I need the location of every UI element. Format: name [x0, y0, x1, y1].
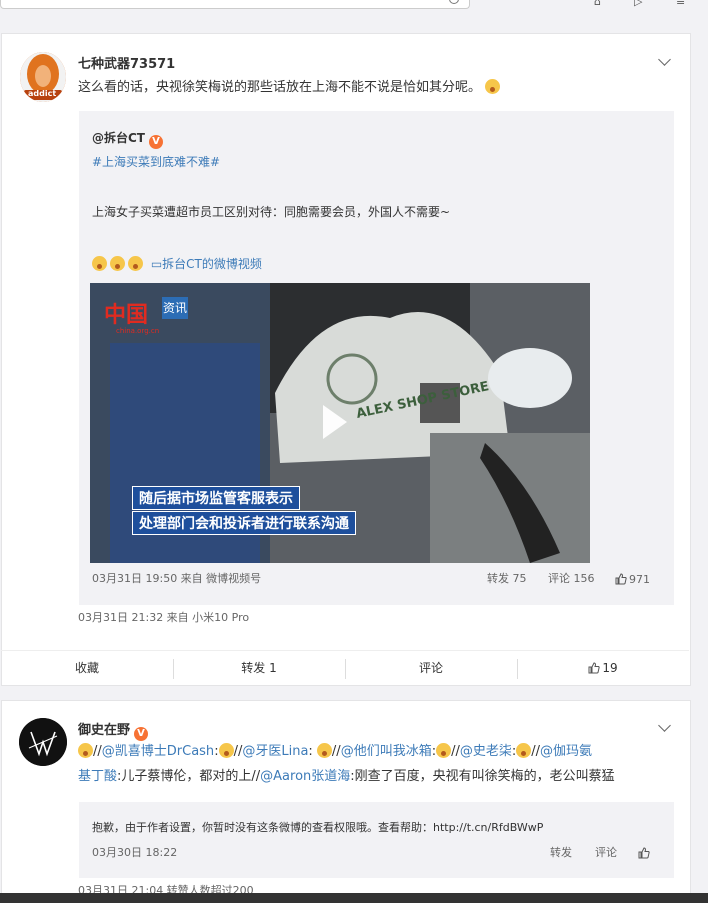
quote-meta: 03月30日 18:22: [92, 846, 178, 859]
quote-username[interactable]: @拆台CT V: [92, 128, 163, 149]
mention-link[interactable]: @Aaron张道海: [260, 769, 350, 784]
emoji-icon: [218, 743, 234, 758]
avatar[interactable]: [19, 718, 67, 766]
mention-link[interactable]: @牙医Lina: [242, 744, 308, 759]
video-logo: 中国 资讯 china.org.cn: [104, 297, 194, 339]
verified-badge-icon: V: [134, 727, 149, 741]
emoji-icon: [110, 256, 125, 271]
quote-text: 上海女子买菜遭超市员工区别对待：同胞需要会员，外国人不需要~: [92, 205, 451, 219]
home-icon[interactable]: ⌂: [594, 0, 601, 7]
comment-button[interactable]: 评论: [345, 651, 517, 685]
verified-badge-icon: V: [149, 135, 163, 149]
video-caption: 随后据市场监管客服表示 处理部门会和投诉者进行联系沟通: [132, 486, 356, 535]
repost-button[interactable]: 转发 1: [173, 651, 345, 685]
avatar-label: addict: [28, 89, 57, 98]
retweet-box: [79, 802, 674, 878]
emoji-icon: [316, 743, 332, 758]
emoji-icon: [436, 743, 452, 758]
mention-link[interactable]: @史老柒: [460, 744, 512, 759]
taskbar: [0, 893, 708, 903]
caption-line-2: 处理部门会和投诉者进行联系沟通: [132, 511, 356, 535]
logo-text: 中国: [104, 302, 149, 328]
menu-icon[interactable]: ≡: [676, 0, 685, 7]
video-player[interactable]: 中国 资讯 china.org.cn ALEX SHOP STORE 随后据市场…: [90, 283, 590, 563]
like-icon: [615, 573, 627, 585]
top-bar: ⌂ ▷ ≡: [0, 0, 708, 20]
mention-link[interactable]: @伽玛氨: [540, 744, 592, 759]
username[interactable]: 御史在野 V: [78, 719, 149, 741]
emoji-icon: [92, 256, 107, 271]
emoji-icon: [128, 256, 143, 271]
quote-meta: 03月31日 19:50 来自 微博视频号: [92, 572, 262, 585]
quote-comment[interactable]: 评论 156: [548, 569, 595, 589]
quote-like[interactable]: 971: [615, 570, 650, 590]
emoji-icon: [485, 79, 501, 94]
mention-link[interactable]: @凯喜博士DrCash: [102, 744, 214, 759]
search-icon[interactable]: [449, 0, 459, 4]
mention-link[interactable]: 基丁酸: [78, 769, 117, 784]
like-button[interactable]: 19: [517, 651, 689, 685]
like-icon[interactable]: [638, 847, 650, 859]
quote-repost[interactable]: 转发 75: [487, 569, 527, 589]
username[interactable]: 七种武器73571: [78, 53, 175, 72]
video-link[interactable]: ▭拆台CT的微博视频: [151, 257, 262, 271]
play-icon[interactable]: [323, 405, 347, 439]
emoji-icon: [78, 743, 93, 758]
quote-comment[interactable]: 评论: [595, 843, 617, 863]
post-meta: 03月31日 21:32 来自 小米10 Pro: [78, 611, 250, 624]
logo-sub: 资讯: [162, 297, 188, 319]
collect-button[interactable]: 收藏: [1, 651, 173, 685]
search-input[interactable]: [0, 0, 470, 9]
avatar[interactable]: addict: [20, 52, 66, 102]
logo-site: china.org.cn: [116, 327, 160, 335]
emoji-icon: [516, 743, 532, 758]
mention-link[interactable]: @他们叫我冰箱: [341, 744, 432, 759]
action-bar: 收藏 转发 1 评论 19: [1, 650, 689, 685]
top-icons: ⌂ ▷ ≡: [594, 0, 694, 8]
video-link-row: ▭拆台CT的微博视频: [92, 254, 262, 274]
caption-line-1: 随后据市场监管客服表示: [132, 486, 300, 510]
video-icon[interactable]: ▷: [634, 0, 642, 7]
post-text-line-1: //@凯喜博士DrCash://@牙医Lina: //@他们叫我冰箱://@史老…: [78, 742, 592, 762]
post-text: 这么看的话，央视徐笑梅说的那些话放在上海不能不说是恰如其分呢。: [78, 78, 501, 98]
post-text-line-2: 基丁酸:儿子蔡博伦，都对的上//@Aaron张道海:刚查了百度，央视有叫徐笑梅的…: [78, 769, 615, 784]
like-icon: [588, 662, 601, 674]
hashtag-link[interactable]: #上海买菜到底难不难#: [92, 152, 220, 172]
quote-repost[interactable]: 转发: [550, 843, 572, 863]
quote-text: 抱歉，由于作者设置，你暂时没有这条微博的查看权限哦。查看帮助：http://t.…: [92, 821, 544, 834]
